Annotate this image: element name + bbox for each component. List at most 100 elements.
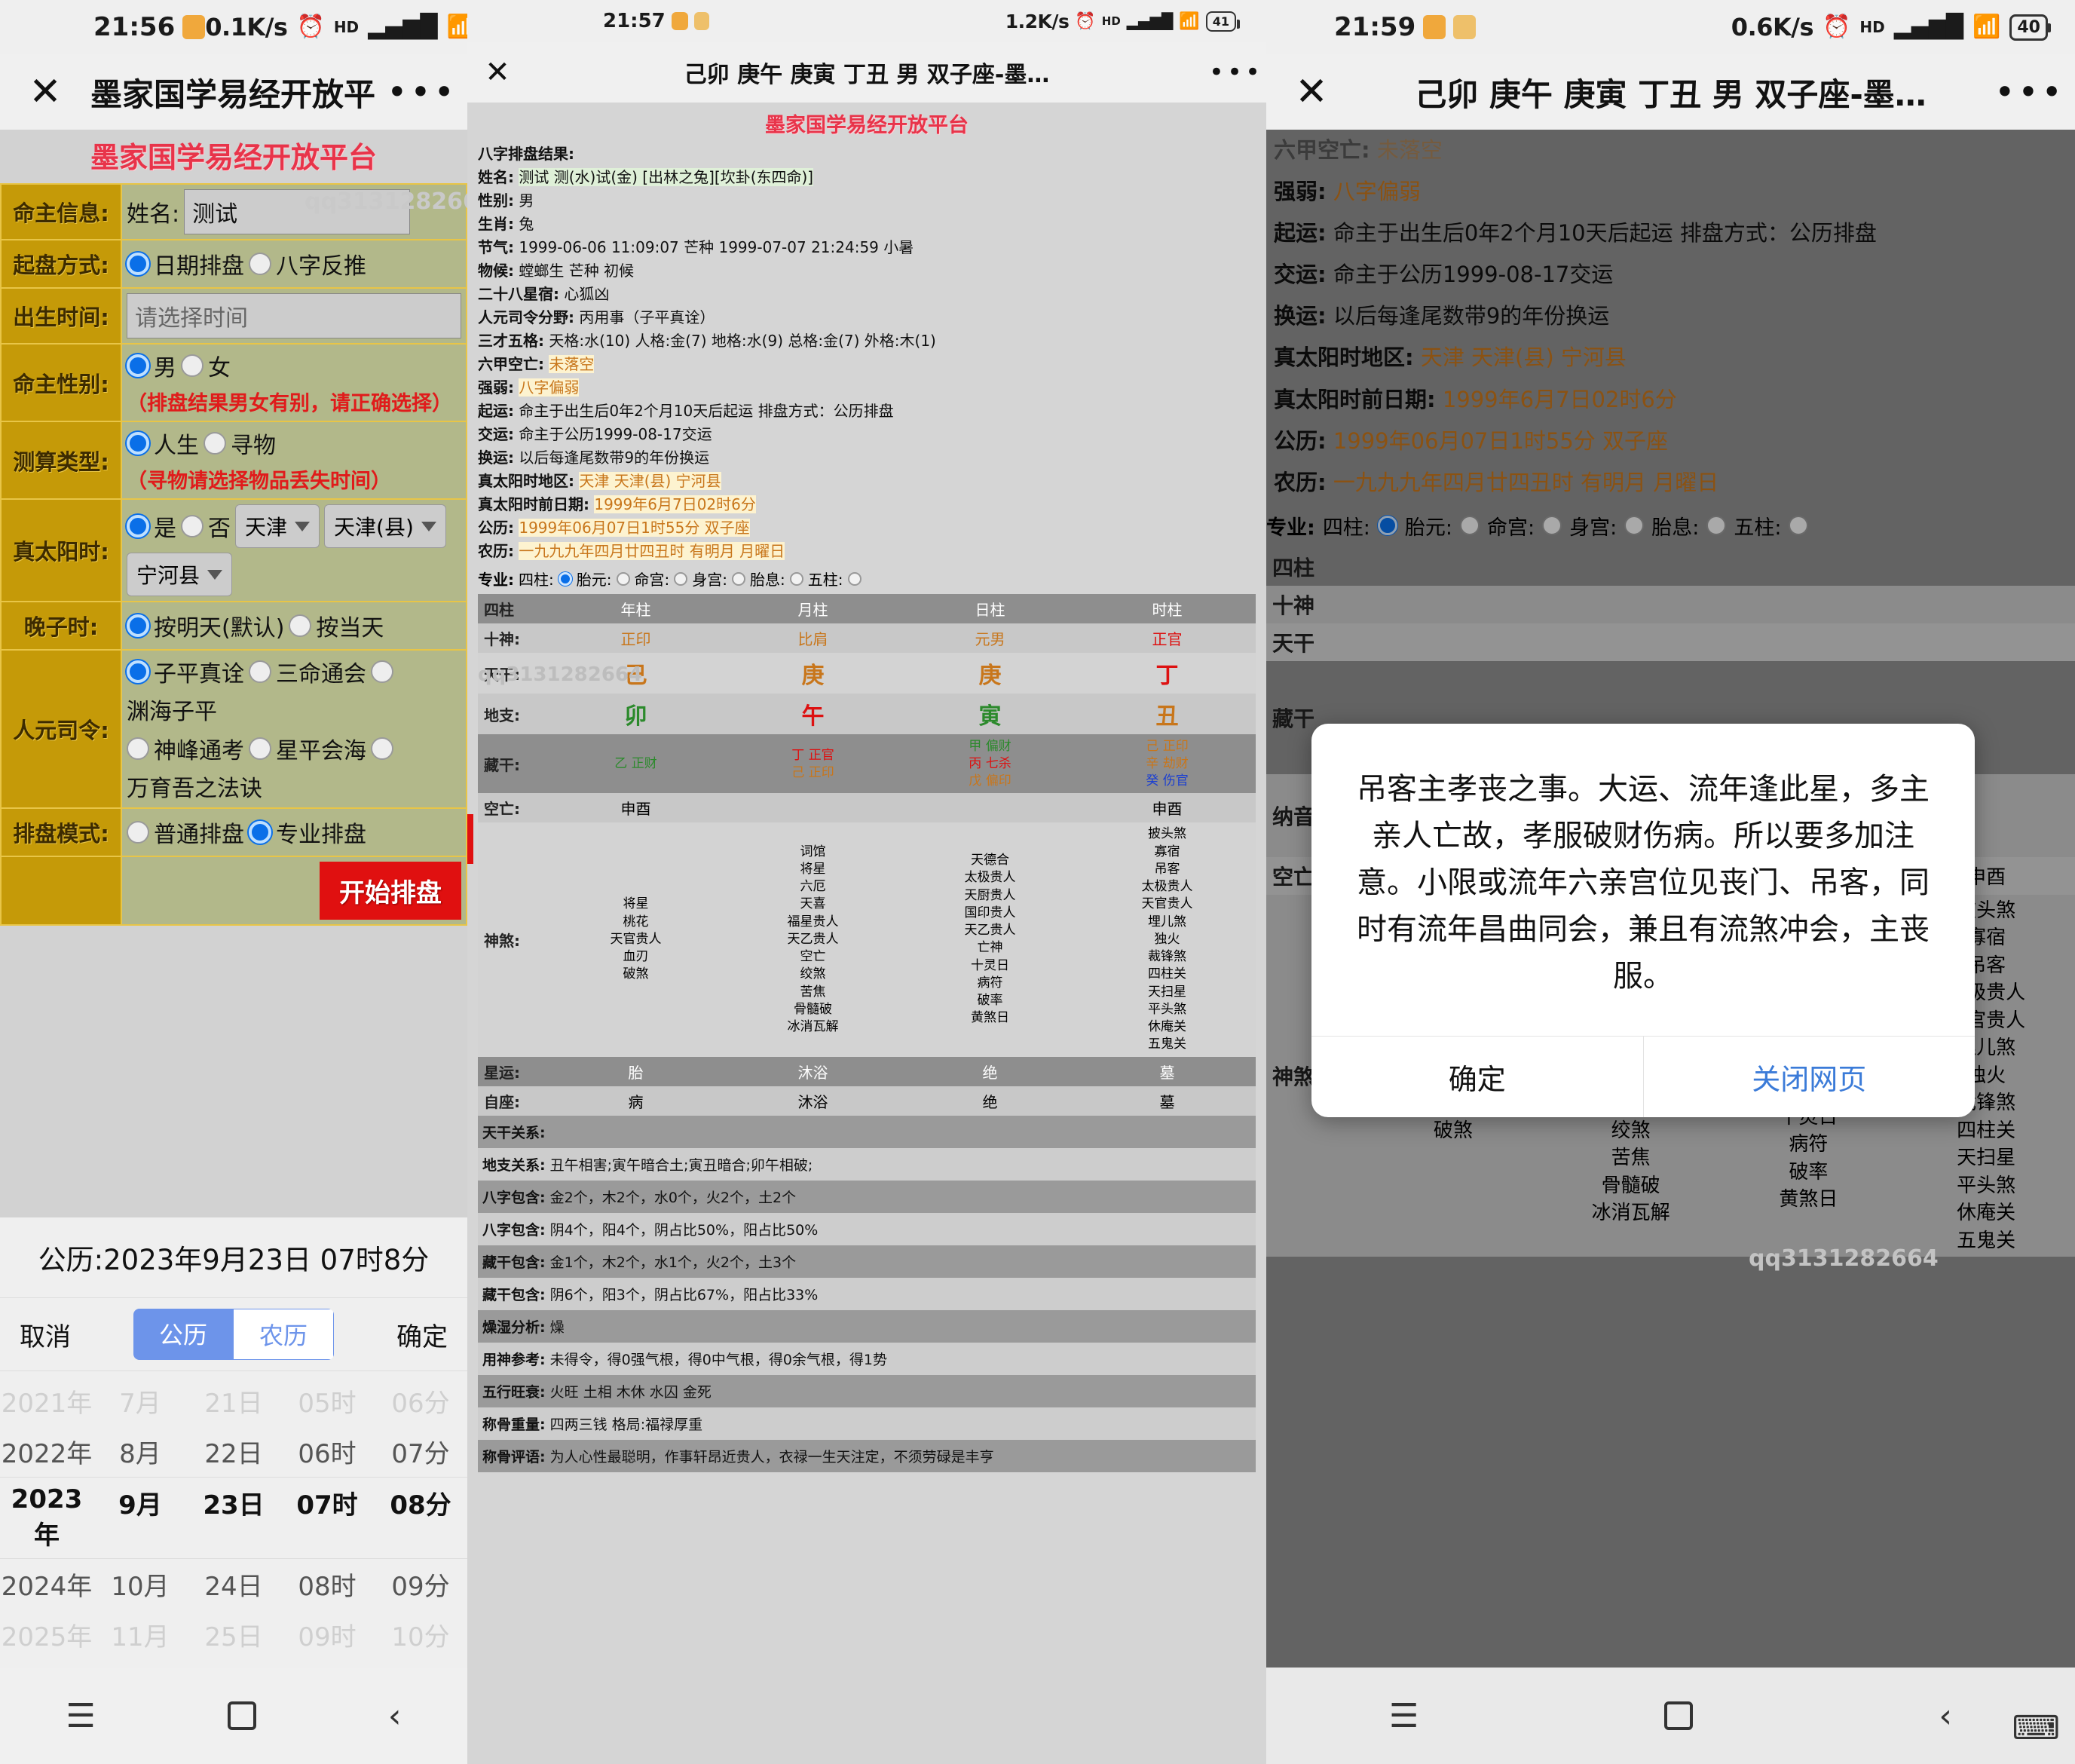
radio-female[interactable] (181, 354, 204, 377)
wheel-day[interactable]: 22日 (187, 1433, 280, 1470)
wheel-year[interactable]: 2024年 (0, 1566, 93, 1603)
radio-sanming-tonghui[interactable] (249, 660, 271, 683)
wheel-day[interactable]: 24日 (187, 1566, 280, 1603)
shensha-item: 平头煞 (1148, 1001, 1186, 1017)
info-row: 藏干包含: 阴6个，阳3个，阴占比67%，阳占比33% (478, 1277, 1256, 1310)
radio-minggong[interactable] (674, 571, 688, 586)
line-label: 公历: (478, 519, 514, 537)
radio-taixi[interactable] (789, 571, 803, 586)
line-label: 性别: (478, 191, 514, 210)
info-value: 四两三钱 格局:福禄厚重 (549, 1416, 703, 1433)
picker-cancel-button[interactable]: 取消 (20, 1316, 71, 1353)
wheel-hour[interactable]: 08时 (280, 1566, 374, 1603)
info-label: 地支关系: (482, 1156, 546, 1174)
info-value: 为人心性最聪明，作事轩昂近贵人，衣禄一生天注定，不须劳碌是丰亨 (549, 1448, 994, 1465)
wheel-minute[interactable]: 06分 (374, 1383, 467, 1419)
back-icon[interactable]: ‹ (388, 1697, 402, 1735)
line-label: 真太阳时地区: (478, 472, 574, 490)
picker-row-4[interactable]: 2025年 11月 25日 09时 10分 (0, 1609, 467, 1660)
tab-solar-calendar[interactable]: 公历 (133, 1309, 233, 1360)
wheel-minute[interactable]: 09分 (374, 1566, 467, 1603)
label-chart-mode: 排盘模式: (0, 807, 122, 857)
radio-male[interactable] (127, 354, 149, 377)
radio-same-day[interactable] (289, 614, 312, 637)
wheel-month-selected[interactable]: 9月 (93, 1484, 187, 1551)
pro-option-shengong: 身宫: (692, 571, 727, 589)
radio-taiyuan[interactable] (616, 571, 630, 586)
dialog-close-page-button[interactable]: 关闭网页 (1644, 1037, 1976, 1117)
wheel-year-selected[interactable]: 2023年 (0, 1484, 93, 1551)
radio-sizhu[interactable] (558, 571, 572, 586)
radio-solar-no[interactable] (181, 515, 204, 537)
home-icon[interactable] (227, 1701, 256, 1730)
shensha-item: 空亡 (800, 949, 826, 965)
chart-row-dizhi: 地支: 卯 午 寅 丑 (478, 694, 1256, 734)
close-icon[interactable]: ✕ (0, 69, 90, 115)
start-chart-button[interactable]: 开始排盘 (320, 862, 461, 920)
wheel-hour-selected[interactable]: 07时 (280, 1484, 374, 1551)
province-select[interactable]: 天津 (235, 504, 320, 548)
more-icon[interactable]: ••• (1985, 72, 2075, 112)
wheel-month[interactable]: 7月 (93, 1383, 187, 1419)
radio-yuanhai-ziping[interactable] (371, 660, 393, 683)
radio-solar-yes[interactable] (127, 515, 149, 537)
city-select[interactable]: 天津(县) (324, 504, 446, 548)
shensha-item: 六厄 (800, 879, 826, 895)
back-icon[interactable]: ‹ (1939, 1697, 1952, 1735)
picker-row-1[interactable]: 2022年 8月 22日 06时 07分 (0, 1426, 467, 1477)
wheel-day-selected[interactable]: 23日 (187, 1484, 280, 1551)
radio-shenfeng-tongkao[interactable] (127, 737, 149, 760)
more-icon[interactable]: ••• (377, 72, 467, 112)
picker-row-0[interactable]: 2021年 7月 21日 05时 06分 (0, 1376, 467, 1426)
wheel-minute[interactable]: 07分 (374, 1433, 467, 1470)
more-icon[interactable]: ••• (1206, 57, 1266, 87)
wheel-day[interactable]: 21日 (187, 1383, 280, 1419)
wheel-month[interactable]: 10月 (93, 1566, 187, 1603)
watermark-3: qq3131282664 (1749, 1245, 1939, 1272)
radio-next-day[interactable] (127, 614, 149, 637)
menu-icon[interactable]: ☰ (66, 1697, 95, 1735)
wheel-hour[interactable]: 05时 (280, 1383, 374, 1419)
dialog-confirm-button[interactable]: 确定 (1311, 1037, 1644, 1117)
wheel-day[interactable]: 25日 (187, 1616, 280, 1653)
menu-icon[interactable]: ☰ (1389, 1697, 1419, 1735)
wheel-hour[interactable]: 06时 (280, 1433, 374, 1470)
keyboard-icon[interactable]: ⌨ (2012, 1709, 2060, 1747)
wheel-minute[interactable]: 10分 (374, 1616, 467, 1653)
picker-row-selected[interactable]: 2023年 9月 23日 07时 08分 (0, 1477, 467, 1559)
birth-time-input[interactable]: 请选择时间 (127, 293, 461, 338)
wheel-year[interactable]: 2021年 (0, 1383, 93, 1419)
result-line: 起运: 命主于出生后0年2个月10天后起运 排盘方式：公历排盘 (478, 400, 1256, 423)
county-select[interactable]: 宁河县 (127, 553, 233, 596)
radio-xingping-huihai[interactable] (249, 737, 271, 760)
wheel-month[interactable]: 11月 (93, 1616, 187, 1653)
radio-life[interactable] (127, 432, 149, 455)
wheel-hour[interactable]: 09时 (280, 1616, 374, 1653)
close-icon[interactable]: ✕ (1266, 69, 1357, 115)
tab-lunar-calendar[interactable]: 农历 (233, 1309, 335, 1360)
wheel-month[interactable]: 8月 (93, 1433, 187, 1470)
picker-wheels[interactable]: 2021年 7月 21日 05时 06分 2022年 8月 22日 06时 07… (0, 1371, 467, 1668)
close-icon[interactable]: ✕ (467, 55, 528, 90)
option-wanyuwu-fajue: 万育吾之法诀 (127, 776, 262, 802)
radio-normal-chart[interactable] (127, 821, 149, 844)
line-value: 天津 天津(县) 宁河县 (579, 472, 721, 490)
picker-row-3[interactable]: 2024年 10月 24日 08时 09分 (0, 1559, 467, 1609)
radio-reverse-bazi[interactable] (249, 253, 271, 275)
radio-find-object[interactable] (204, 432, 226, 455)
radio-wanyuwu-fajue[interactable] (371, 737, 393, 760)
radio-wuzhu[interactable] (847, 571, 862, 586)
radio-date-chart[interactable] (127, 253, 149, 275)
radio-ziping-zhenquan[interactable] (127, 660, 149, 683)
radio-shengong[interactable] (732, 571, 745, 586)
radio-pro-chart[interactable] (249, 821, 271, 844)
shensha-month-list: 词馆 将星 六厄 天喜 福星贵人 天乙贵人 空亡 绞煞 苦焦 骨髓破 冰消瓦解 (727, 844, 899, 1036)
system-nav-bar-1: ☰ ‹ (0, 1668, 467, 1764)
wheel-minute-selected[interactable]: 08分 (374, 1484, 467, 1551)
home-icon[interactable] (1664, 1701, 1694, 1730)
wheel-year[interactable]: 2022年 (0, 1433, 93, 1470)
chevron-down-icon (207, 569, 223, 580)
shensha-item: 破率 (977, 993, 1003, 1009)
picker-confirm-button[interactable]: 确定 (396, 1316, 448, 1353)
wheel-year[interactable]: 2025年 (0, 1616, 93, 1653)
